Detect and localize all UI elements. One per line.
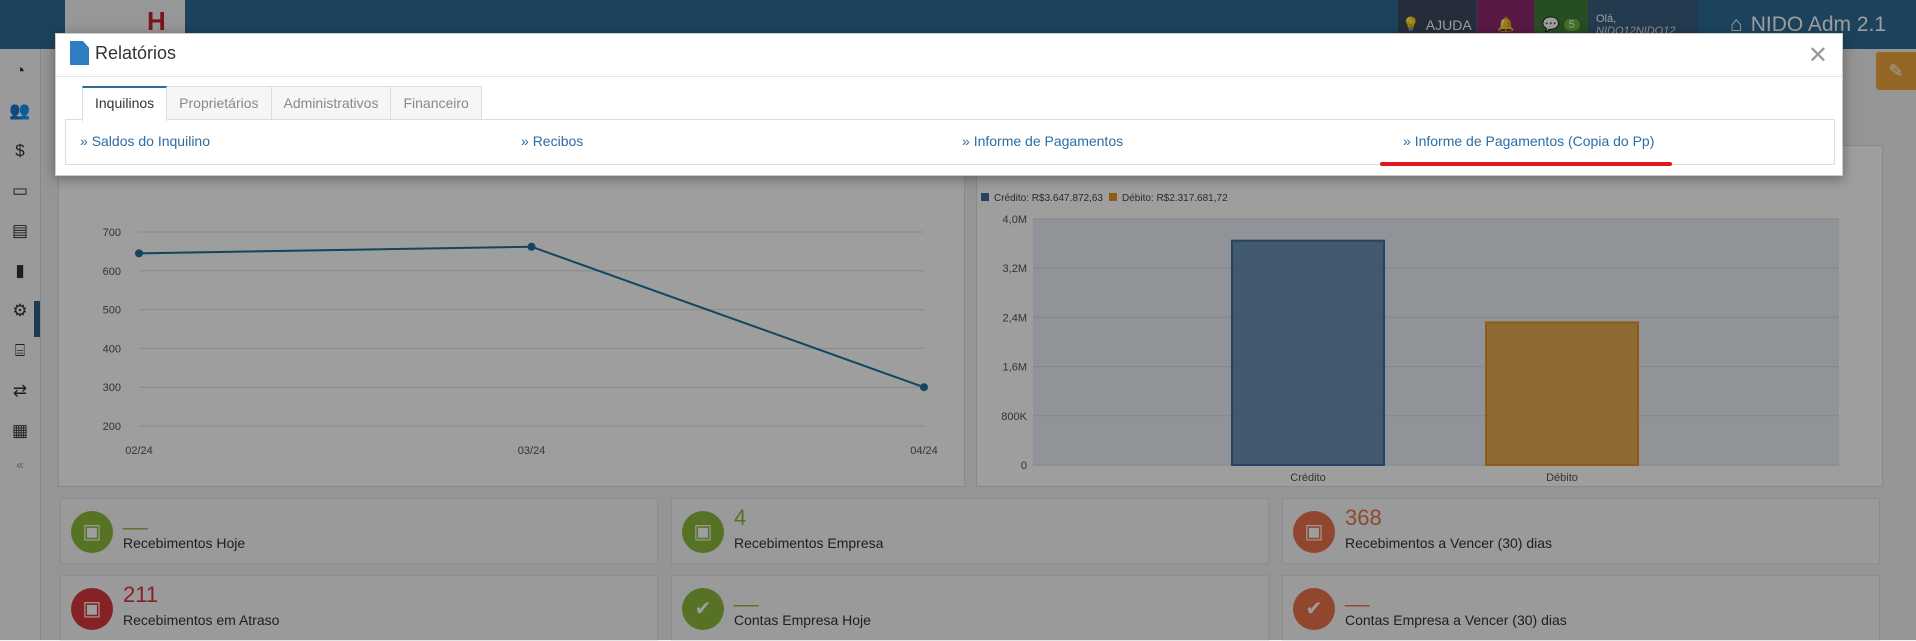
close-icon[interactable]: ✕	[1808, 41, 1828, 70]
modal-title: Relatórios	[95, 43, 177, 63]
tab-content: » Saldos do Inquilino » Recibos » Inform…	[65, 119, 1835, 165]
link-label: Saldos do Inquilino	[91, 133, 210, 149]
modal-header: Relatórios ✕	[56, 34, 1842, 77]
link-label: Informe de Pagamentos (Copia do Pp)	[1414, 133, 1655, 149]
reports-modal: Relatórios ✕ Inquilinos Proprietários Ad…	[55, 33, 1843, 176]
red-annotation-underline	[1380, 162, 1672, 166]
file-text-icon	[70, 41, 89, 65]
double-chevron-icon: »	[80, 133, 92, 149]
link-label: Recibos	[532, 133, 584, 149]
double-chevron-icon: »	[521, 133, 533, 149]
tab-financeiro[interactable]: Financeiro	[390, 86, 482, 120]
tab-proprietarios[interactable]: Proprietários	[166, 86, 272, 120]
link-recibos[interactable]: » Recibos	[521, 133, 583, 149]
link-informe-de-pagamentos-copia[interactable]: » Informe de Pagamentos (Copia do Pp)	[1403, 133, 1654, 149]
link-informe-de-pagamentos[interactable]: » Informe de Pagamentos	[962, 133, 1123, 149]
link-saldos-do-inquilino[interactable]: » Saldos do Inquilino	[80, 133, 210, 149]
report-tabs: Inquilinos Proprietários Administrativos…	[82, 86, 482, 122]
double-chevron-icon: »	[962, 133, 974, 149]
tab-inquilinos[interactable]: Inquilinos	[82, 86, 168, 122]
link-label: Informe de Pagamentos	[973, 133, 1124, 149]
tab-administrativos[interactable]: Administrativos	[270, 86, 392, 120]
double-chevron-icon: »	[1403, 133, 1415, 149]
